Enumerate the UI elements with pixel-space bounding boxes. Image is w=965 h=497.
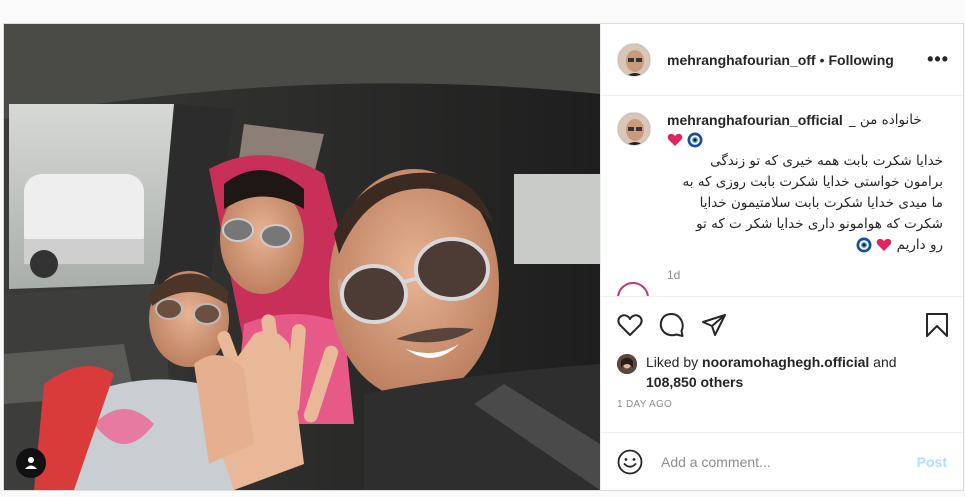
nazar-eye-icon (687, 132, 703, 148)
caption-username[interactable]: mehranghafourian_official (667, 112, 843, 128)
caption-emoji-row (667, 130, 943, 151)
save-button[interactable] (925, 312, 949, 338)
comment-input[interactable] (661, 453, 917, 470)
caption-first-line: mehranghafourian_official خانواده من _ (667, 112, 943, 128)
post-card: mehranghafourian_off • Following ••• meh… (3, 23, 964, 491)
liker-username[interactable]: nooramohaghegh.official (702, 354, 869, 370)
likes-joiner: and (873, 354, 897, 370)
following-button[interactable]: Following (828, 52, 893, 68)
like-button[interactable] (617, 313, 643, 337)
comment-button[interactable] (659, 312, 685, 338)
bookmark-icon (926, 312, 948, 337)
caption-area: mehranghafourian_official خانواده من _ خ… (601, 96, 963, 296)
caption-last-text: رو داریم (896, 237, 943, 253)
avatar[interactable] (617, 42, 651, 77)
smiley-icon[interactable] (617, 449, 643, 475)
post-comment-button[interactable]: Post (917, 454, 947, 470)
caption-text: خدایا شکرت بابت همه خیری که تو زندگی برا… (682, 153, 943, 232)
nazar-eye-icon (856, 237, 872, 253)
comment-icon (659, 312, 684, 337)
liker-avatar[interactable] (617, 354, 637, 374)
action-bar (601, 296, 963, 352)
caption: mehranghafourian_official خانواده من _ خ… (617, 112, 949, 282)
more-options-icon[interactable]: ••• (927, 49, 949, 70)
likes-summary: Liked by nooramohaghegh.official and 108… (601, 352, 963, 392)
next-comment-avatar (617, 282, 649, 296)
post-timestamp[interactable]: 1 DAY AGO (601, 399, 963, 410)
header-separator: • (819, 51, 825, 68)
red-heart-icon (877, 238, 892, 251)
add-comment-bar: Post (601, 432, 963, 490)
avatar-image (618, 113, 650, 145)
caption-time[interactable]: 1d (667, 268, 943, 282)
liker-avatar-image (617, 354, 637, 374)
likes-count-link[interactable]: 108,850 others (646, 374, 743, 390)
page: mehranghafourian_off • Following ••• meh… (0, 0, 965, 497)
post-photo[interactable] (4, 24, 600, 490)
photo-illustration (4, 24, 600, 490)
post-sidebar: mehranghafourian_off • Following ••• meh… (600, 24, 963, 490)
avatar-image (618, 43, 650, 76)
caption-last-line: رو داریم (667, 235, 943, 256)
caption-avatar[interactable] (617, 112, 651, 146)
likes-prefix: Liked by (646, 354, 699, 370)
tag-people-button[interactable] (16, 448, 46, 478)
header-username[interactable]: mehranghafourian_off (667, 52, 816, 68)
likes-text: Liked by nooramohaghegh.official and 108… (646, 352, 897, 392)
caption-body: mehranghafourian_official خانواده من _ خ… (667, 112, 943, 282)
user-tag-icon (25, 457, 37, 469)
red-heart-icon (667, 133, 683, 146)
post-header: mehranghafourian_off • Following ••• (601, 24, 963, 96)
paper-plane-icon (702, 313, 726, 336)
share-button[interactable] (701, 313, 727, 337)
heart-outline-icon (617, 313, 643, 336)
caption-first-text: خانواده من _ (848, 112, 922, 128)
